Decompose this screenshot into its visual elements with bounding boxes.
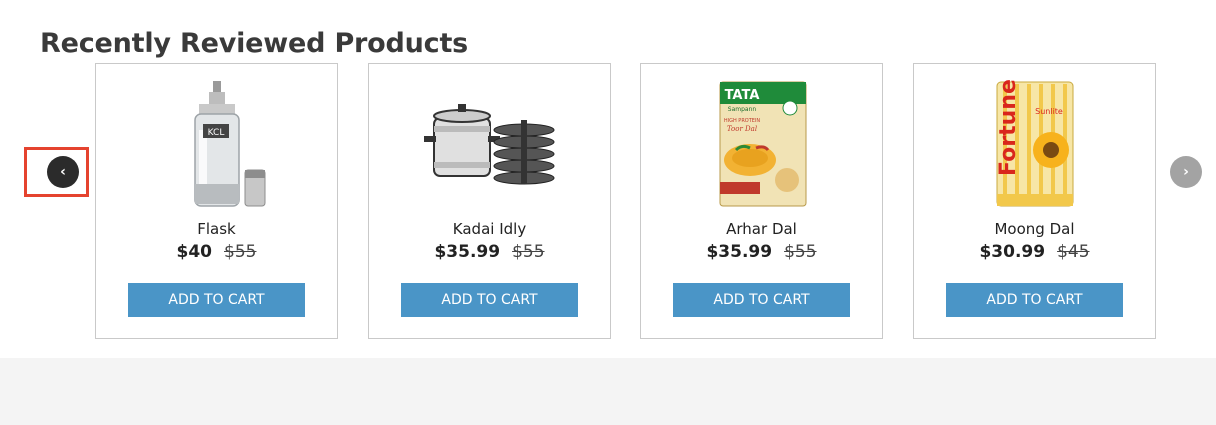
product-card-arhar-dal[interactable]: TATA Sampann HIGH PROTEIN Toor Dal Arhar… [640,63,883,339]
carousel-prev-button[interactable]: ‹ [47,156,79,188]
old-price: $45 [1057,242,1090,262]
product-name[interactable]: Flask [96,220,337,238]
tata-brand-text: TATA [724,88,759,103]
price: $30.99 [979,242,1046,262]
product-card-moong-dal[interactable]: Fortune Sunlite Moong Dal $30.99 $45 ADD … [913,63,1156,339]
price-row: $35.99 $55 [369,242,610,262]
flask-product-image[interactable]: KCL [147,78,287,210]
price-row: $35.99 $55 [641,242,882,262]
old-price: $55 [224,242,257,262]
arhar-dal-product-image[interactable]: TATA Sampann HIGH PROTEIN Toor Dal [692,78,832,210]
flask-label-text: KCL [207,128,224,138]
add-to-cart-button[interactable]: ADD TO CART [946,283,1123,317]
footer-band [0,358,1216,425]
tata-tag-text: HIGH PROTEIN [723,118,760,124]
product-card-kadai-idly[interactable]: Kadai Idly $35.99 $55 ADD TO CART [368,63,611,339]
carousel-next-button[interactable]: › [1170,156,1202,188]
kadai-idly-product-image[interactable] [420,78,560,210]
add-to-cart-button[interactable]: ADD TO CART [673,283,850,317]
fortune-brand-text: Fortune [996,79,1021,176]
price-row: $40 $55 [96,242,337,262]
product-card-flask[interactable]: KCL Flask $40 $55 ADD TO CART [95,63,338,339]
fortune-sub-text: Sunlite [1035,107,1063,116]
price-row: $30.99 $45 [914,242,1155,262]
price: $40 [176,242,213,262]
product-name[interactable]: Moong Dal [914,220,1155,238]
price: $35.99 [706,242,773,262]
old-price: $55 [784,242,817,262]
section-heading: Recently Reviewed Products [40,28,469,59]
chevron-right-icon: › [1183,164,1189,180]
moong-dal-product-image[interactable]: Fortune Sunlite [965,78,1105,210]
product-name[interactable]: Arhar Dal [641,220,882,238]
old-price: $55 [512,242,545,262]
add-to-cart-button[interactable]: ADD TO CART [401,283,578,317]
chevron-left-icon: ‹ [60,164,66,180]
price: $35.99 [434,242,501,262]
product-name[interactable]: Kadai Idly [369,220,610,238]
tata-sub-text: Sampann [727,106,756,113]
add-to-cart-button[interactable]: ADD TO CART [128,283,305,317]
tata-product-text: Toor Dal [726,125,756,133]
